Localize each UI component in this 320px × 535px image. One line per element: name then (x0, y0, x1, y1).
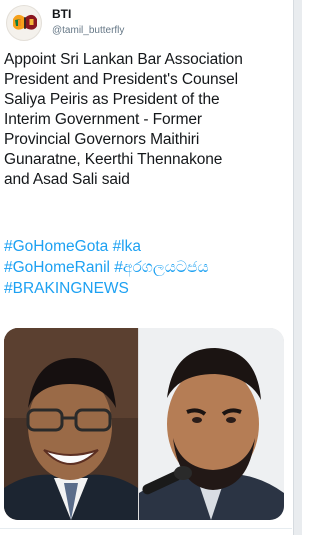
tweet-media[interactable] (4, 328, 284, 520)
text-line: Appoint Sri Lankan Bar Association (4, 51, 243, 68)
hashtag-link[interactable]: #GoHomeRanil (4, 259, 110, 276)
text-line: Interim Government - Former (4, 111, 202, 128)
text-line: President and President's Counsel (4, 71, 239, 88)
tweet-text: Appoint Sri Lankan Bar Association Presi… (4, 50, 288, 190)
hashtag-link[interactable]: #අරගලයටජය (114, 259, 208, 276)
hashtag-link[interactable]: #BRAKINGNEWS (4, 280, 129, 297)
hashtag-link[interactable]: #GoHomeGota (4, 238, 108, 255)
author-names: BTI @tamil_butterfly (52, 7, 124, 38)
text-line: and Asad Sali said (4, 171, 130, 188)
text-line: Provincial Governors Maithiri (4, 131, 200, 148)
display-name[interactable]: BTI (52, 7, 124, 21)
photo-right[interactable] (139, 328, 284, 520)
text-line: Saliya Peiris as President of the (4, 91, 220, 108)
scrollbar[interactable] (293, 0, 302, 535)
portrait-smiling-man-glasses-icon (4, 328, 138, 520)
portrait-bearded-man-microphone-icon (139, 328, 284, 520)
text-line: Gunaratne, Keerthi Thennakone (4, 151, 223, 168)
avatar[interactable] (6, 5, 42, 41)
user-handle[interactable]: @tamil_butterfly (52, 24, 124, 38)
butterfly-flag-icon (13, 14, 37, 30)
photo-left[interactable] (4, 328, 138, 520)
tweet-header: BTI @tamil_butterfly (6, 5, 286, 45)
divider (0, 528, 292, 529)
hashtag-link[interactable]: #lka (113, 238, 141, 255)
hashtags: #GoHomeGota #lka #GoHomeRanil #අරගලයටජය … (4, 236, 288, 299)
